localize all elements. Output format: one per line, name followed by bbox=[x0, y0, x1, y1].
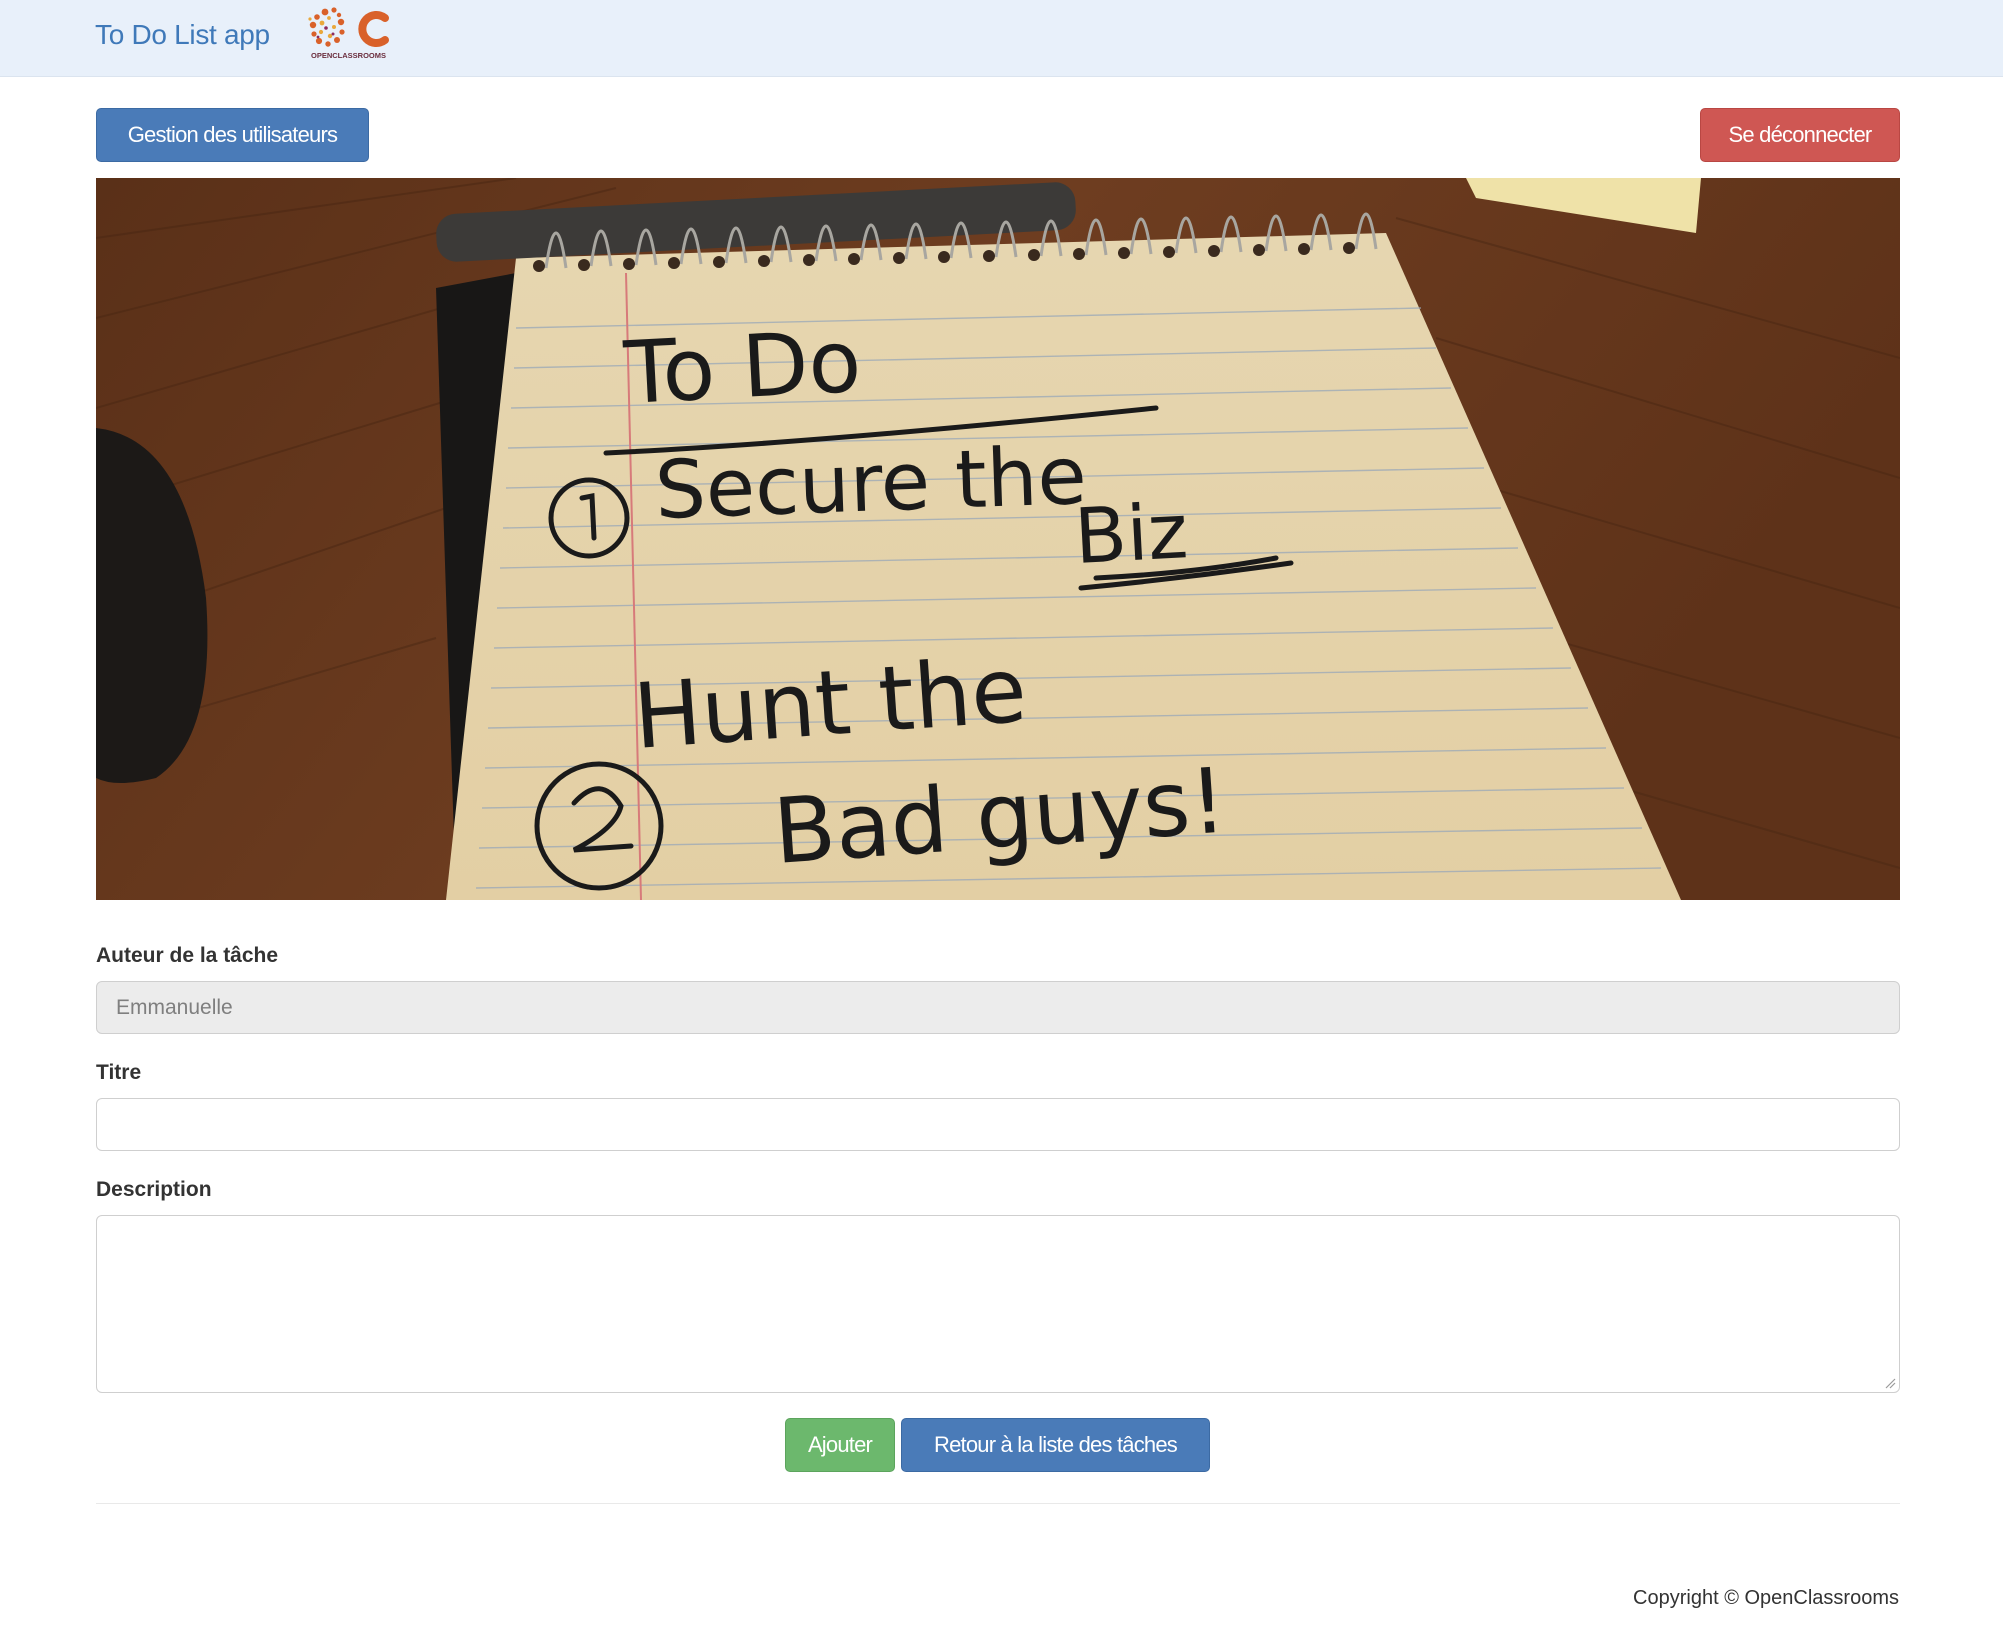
author-field bbox=[96, 981, 1900, 1034]
author-label: Auteur de la tâche bbox=[96, 944, 279, 967]
resize-grip-icon[interactable] bbox=[1884, 1377, 1896, 1389]
title-input[interactable] bbox=[96, 1098, 1900, 1151]
openclassrooms-logo: OPENCLASSROOMS bbox=[305, 4, 399, 62]
brand-link[interactable]: To Do List app bbox=[95, 19, 270, 51]
hero-text-biz: Biz bbox=[1072, 486, 1190, 581]
footer-divider bbox=[96, 1503, 1900, 1504]
footer-copyright: Copyright © OpenClassrooms bbox=[1633, 1587, 1899, 1609]
hero-text-todo: To Do bbox=[621, 312, 864, 424]
back-to-list-button[interactable]: Retour à la liste des tâches bbox=[901, 1418, 1210, 1472]
logout-button[interactable]: Se déconnecter bbox=[1700, 108, 1900, 162]
manage-users-button[interactable]: Gestion des utilisateurs bbox=[96, 108, 369, 162]
navbar: To Do List app OPENCLASSROOMS bbox=[0, 0, 2003, 77]
title-label: Titre bbox=[96, 1061, 142, 1084]
description-textarea[interactable] bbox=[96, 1215, 1900, 1393]
add-task-button[interactable]: Ajouter bbox=[785, 1418, 895, 1472]
description-label: Description bbox=[96, 1178, 212, 1201]
hero-image: To Do Secure the Biz Hunt the Bad guys! bbox=[96, 178, 1900, 900]
logo-text: OPENCLASSROOMS bbox=[311, 51, 386, 60]
